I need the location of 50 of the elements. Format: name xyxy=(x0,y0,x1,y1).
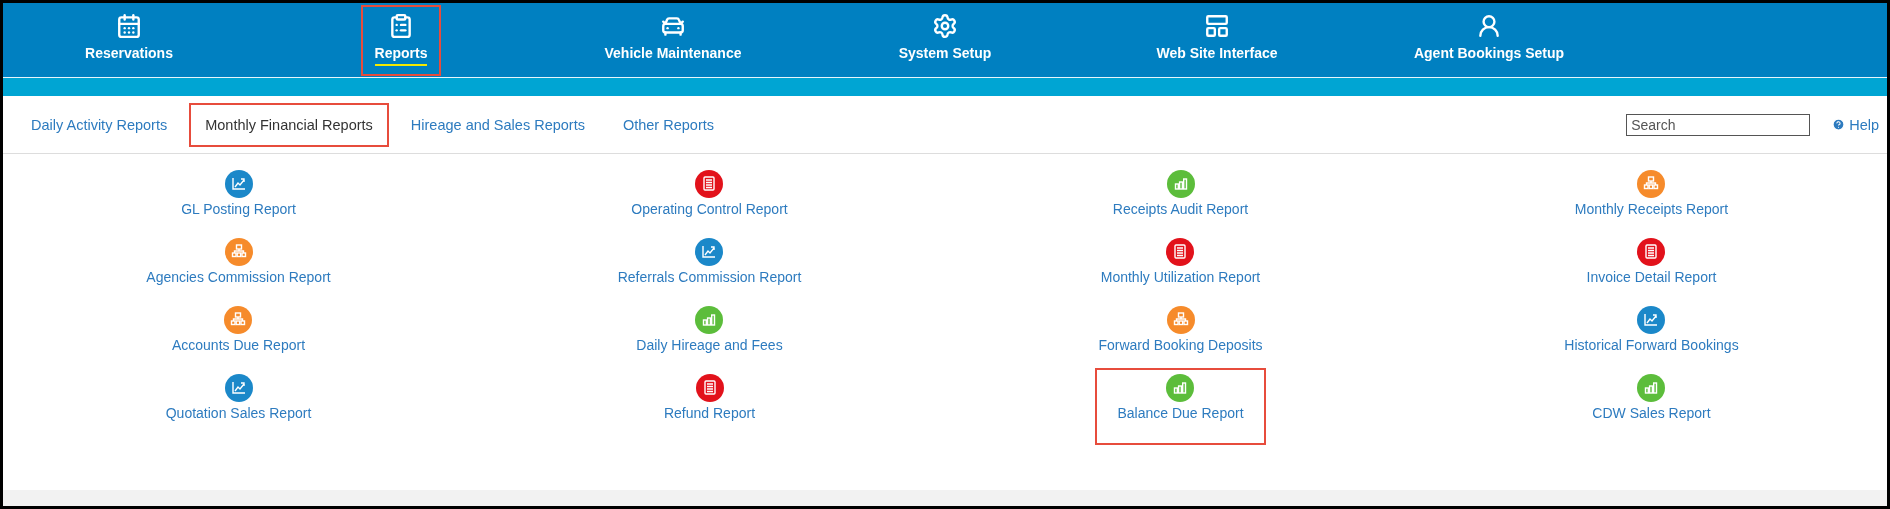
org-chart-icon xyxy=(1166,306,1195,334)
line-chart-icon xyxy=(1637,306,1666,334)
report-link[interactable]: Referrals Commission Report xyxy=(613,238,806,285)
line-chart-icon xyxy=(224,170,253,198)
document-icon xyxy=(1637,238,1666,266)
nav-item[interactable]: Web Site Interface xyxy=(1142,4,1292,76)
report-link[interactable]: Historical Forward Bookings xyxy=(1560,306,1743,353)
search-field[interactable]: Search xyxy=(1626,113,1811,136)
report-tab[interactable]: Other Reports xyxy=(606,102,730,147)
bar-chart-icon xyxy=(1166,170,1195,198)
nav-item[interactable]: System Setup xyxy=(884,4,1006,76)
clipboard-list-icon xyxy=(388,12,414,39)
nav-item[interactable]: Reservations xyxy=(71,4,187,76)
user-icon xyxy=(1476,12,1502,39)
calendar-icon xyxy=(116,12,142,39)
document-icon xyxy=(1166,238,1195,266)
report-link[interactable]: Refund Report xyxy=(659,374,760,421)
help-link[interactable]: Help xyxy=(1832,116,1879,133)
report-link[interactable]: Receipts Audit Report xyxy=(1108,170,1253,217)
report-link[interactable]: Invoice Detail Report xyxy=(1582,238,1721,285)
nav-item[interactable]: Reports xyxy=(360,4,442,76)
bar-chart-icon xyxy=(1166,374,1195,402)
settings-icon xyxy=(932,12,958,39)
report-tab[interactable]: Monthly Financial Reports xyxy=(189,102,389,147)
bar-chart-icon xyxy=(1637,374,1666,402)
document-icon xyxy=(695,374,724,402)
report-tab[interactable]: Hireage and Sales Reports xyxy=(394,102,601,147)
document-icon xyxy=(695,170,724,198)
report-link[interactable]: Daily Hireage and Fees xyxy=(632,306,787,353)
report-link[interactable]: Monthly Utilization Report xyxy=(1096,238,1265,285)
report-link[interactable]: Operating Control Report xyxy=(627,170,792,217)
nav-item[interactable]: Vehicle Maintenance xyxy=(590,4,756,76)
report-link[interactable]: Monthly Receipts Report xyxy=(1570,170,1733,217)
help-icon xyxy=(1832,118,1846,131)
report-tab[interactable]: Daily Activity Reports xyxy=(15,102,184,147)
report-link[interactable]: CDW Sales Report xyxy=(1588,374,1715,421)
report-link[interactable]: Agencies Commission Report xyxy=(142,238,335,285)
bar-chart-icon xyxy=(695,306,724,334)
line-chart-icon xyxy=(224,374,253,402)
org-chart-icon xyxy=(224,306,253,334)
report-link[interactable]: Balance Due Report xyxy=(1095,368,1266,445)
nav-item[interactable]: Agent Bookings Setup xyxy=(1399,4,1579,76)
report-link[interactable]: Forward Booking Deposits xyxy=(1094,306,1267,353)
org-chart-icon xyxy=(224,238,253,266)
report-link[interactable]: Accounts Due Report xyxy=(167,306,310,353)
line-chart-icon xyxy=(695,238,724,266)
report-link[interactable]: GL Posting Report xyxy=(177,170,300,217)
report-link[interactable]: Quotation Sales Report xyxy=(161,374,316,421)
org-chart-icon xyxy=(1637,170,1666,198)
monitor-icon xyxy=(1204,12,1230,39)
